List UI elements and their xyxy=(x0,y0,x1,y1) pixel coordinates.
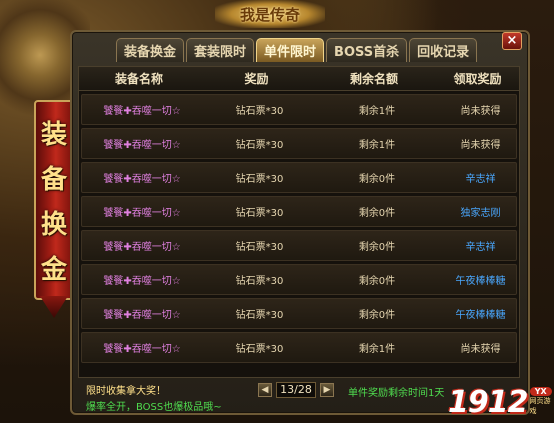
claim-status-cell: 午夜棒棒糖 xyxy=(455,276,506,287)
claim-status-cell: 辛志祥 xyxy=(465,242,496,253)
reward-cell: 钻石票*30 xyxy=(235,174,284,185)
reward-cell: 钻石票*30 xyxy=(235,310,284,321)
claim-status-cell: 辛志祥 xyxy=(465,174,496,185)
table-row: 饕餮✚吞噬一切☆ 钻石票*30 剩余0件 辛志祥 xyxy=(81,230,517,261)
banner-char: 换 xyxy=(40,210,67,240)
remaining-cell: 剩余0件 xyxy=(358,310,396,321)
drop-rate-text: 爆率全开，BOSS也爆极品哦~ xyxy=(86,402,222,413)
header-claim: 领取奖励 xyxy=(453,72,502,86)
logo-number: 1912 xyxy=(448,385,528,420)
claim-status-cell: 尚未获得 xyxy=(460,140,501,151)
close-button[interactable]: × xyxy=(502,32,522,50)
reward-cell: 钻石票*30 xyxy=(235,208,284,219)
table-header: 装备名称 奖励 剩余名额 领取奖励 xyxy=(79,67,519,91)
remaining-cell: 剩余0件 xyxy=(358,174,396,185)
next-page-button[interactable]: ▶ xyxy=(320,383,334,397)
item-name-cell: 饕餮✚吞噬一切☆ xyxy=(103,310,181,321)
site-logo: 1912 YX 网页游戏 xyxy=(448,380,552,420)
header-reward: 奖励 xyxy=(244,72,269,86)
table-row: 饕餮✚吞噬一切☆ 钻石票*30 剩余1件 尚未获得 xyxy=(81,128,517,159)
exchange-panel: 装备换金 套装限时 单件限时 BOSS首杀 回收记录 × 装备名称 奖励 剩余名… xyxy=(70,30,530,415)
remaining-cell: 剩余0件 xyxy=(358,276,396,287)
tab-set-limited[interactable]: 套装限时 xyxy=(186,38,255,62)
item-name-cell: 饕餮✚吞噬一切☆ xyxy=(103,242,181,253)
table-row: 饕餮✚吞噬一切☆ 钻石票*30 剩余1件 尚未获得 xyxy=(81,94,517,125)
tab-boss-first-kill[interactable]: BOSS首杀 xyxy=(326,38,408,62)
remaining-cell: 剩余0件 xyxy=(358,208,396,219)
remaining-cell: 剩余1件 xyxy=(358,344,396,355)
reward-cell: 钻石票*30 xyxy=(235,344,284,355)
remaining-cell: 剩余1件 xyxy=(358,106,396,117)
item-name-cell: 饕餮✚吞噬一切☆ xyxy=(103,174,181,185)
table-row: 饕餮✚吞噬一切☆ 钻石票*30 剩余0件 辛志祥 xyxy=(81,162,517,193)
side-banner: 装 备 换 金 xyxy=(34,100,74,300)
tab-single-limited[interactable]: 单件限时 xyxy=(256,38,325,62)
game-title: 我是传奇 xyxy=(215,0,325,28)
claim-status-cell: 午夜棒棒糖 xyxy=(455,310,506,321)
banner-char: 金 xyxy=(40,255,67,285)
logo-subtitle: 网页游戏 xyxy=(529,397,551,415)
item-name-cell: 饕餮✚吞噬一切☆ xyxy=(103,106,181,117)
promo-text: 限时收集拿大奖！ xyxy=(86,386,166,397)
claim-status-cell: 独家志刚 xyxy=(460,208,501,219)
reward-cell: 钻石票*30 xyxy=(235,276,284,287)
page-indicator: 13/28 xyxy=(276,382,316,398)
banner-char: 备 xyxy=(40,165,67,195)
table-body: 饕餮✚吞噬一切☆ 钻石票*30 剩余1件 尚未获得 饕餮✚吞噬一切☆ 钻石票*30 剩余1件… xyxy=(79,94,519,363)
item-name-cell: 饕餮✚吞噬一切☆ xyxy=(103,344,181,355)
table-row: 饕餮✚吞噬一切☆ 钻石票*30 剩余0件 午夜棒棒糖 xyxy=(81,298,517,329)
prev-page-button[interactable]: ◀ xyxy=(258,383,272,397)
reward-cell: 钻石票*30 xyxy=(235,140,284,151)
table-row: 饕餮✚吞噬一切☆ 钻石票*30 剩余1件 尚未获得 xyxy=(81,332,517,363)
header-item-name: 装备名称 xyxy=(114,72,163,86)
remaining-cell: 剩余1件 xyxy=(358,140,396,151)
reward-table: 装备名称 奖励 剩余名额 领取奖励 饕餮✚吞噬一切☆ 钻石票*30 剩余1件 尚未获得… xyxy=(78,66,520,378)
header-remaining: 剩余名额 xyxy=(349,72,398,86)
remaining-cell: 剩余0件 xyxy=(358,242,396,253)
logo-badge: YX xyxy=(529,387,552,396)
claim-status-cell: 尚未获得 xyxy=(460,106,501,117)
table-row: 饕餮✚吞噬一切☆ 钻石票*30 剩余0件 午夜棒棒糖 xyxy=(81,264,517,295)
banner-char: 装 xyxy=(40,120,67,150)
reward-cell: 钻石票*30 xyxy=(235,242,284,253)
item-name-cell: 饕餮✚吞噬一切☆ xyxy=(103,208,181,219)
item-name-cell: 饕餮✚吞噬一切☆ xyxy=(103,276,181,287)
reward-cell: 钻石票*30 xyxy=(235,106,284,117)
tab-bar: 装备换金 套装限时 单件限时 BOSS首杀 回收记录 xyxy=(116,38,478,62)
table-row: 饕餮✚吞噬一切☆ 钻石票*30 剩余0件 独家志刚 xyxy=(81,196,517,227)
tab-equip-exchange[interactable]: 装备换金 xyxy=(116,38,185,62)
claim-status-cell: 尚未获得 xyxy=(460,344,501,355)
remaining-time-text: 单件奖励剩余时间1天 xyxy=(348,388,445,399)
item-name-cell: 饕餮✚吞噬一切☆ xyxy=(103,140,181,151)
pagination: ◀ 13/28 ▶ xyxy=(258,382,334,398)
tab-recycle-log[interactable]: 回收记录 xyxy=(409,38,478,62)
